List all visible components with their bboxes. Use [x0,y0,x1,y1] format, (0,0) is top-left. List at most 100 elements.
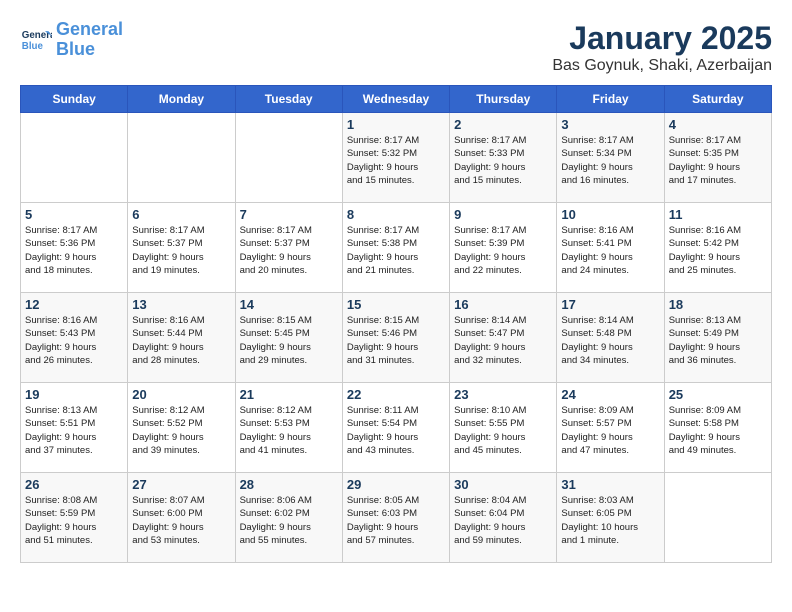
day-info: Sunrise: 8:16 AM Sunset: 5:44 PM Dayligh… [132,314,230,367]
weekday-header-saturday: Saturday [664,86,771,113]
calendar-header: SundayMondayTuesdayWednesdayThursdayFrid… [21,86,772,113]
weekday-header-tuesday: Tuesday [235,86,342,113]
day-number: 15 [347,297,445,312]
day-number: 30 [454,477,552,492]
calendar-cell: 26Sunrise: 8:08 AM Sunset: 5:59 PM Dayli… [21,473,128,563]
day-info: Sunrise: 8:03 AM Sunset: 6:05 PM Dayligh… [561,494,659,547]
day-number: 23 [454,387,552,402]
calendar-cell: 30 Sunrise: 8:04 AM Sunset: 6:04 PM Dayli… [450,473,557,563]
day-info: Sunrise: 8:17 AM Sunset: 5:37 PM Dayligh… [240,224,338,277]
day-info: Sunrise: 8:17 AM Sunset: 5:38 PM Dayligh… [347,224,445,277]
calendar-cell [235,113,342,203]
calendar-cell: 3 Sunrise: 8:17 AM Sunset: 5:34 PM Daylig… [557,113,664,203]
weekday-row: SundayMondayTuesdayWednesdayThursdayFrid… [21,86,772,113]
logo: General Blue GeneralBlue [20,20,123,60]
calendar-cell: 20 Sunrise: 8:12 AM Sunset: 5:52 PM Dayli… [128,383,235,473]
day-number: 29 [347,477,445,492]
calendar-cell: 31 Sunrise: 8:03 AM Sunset: 6:05 PM Dayli… [557,473,664,563]
day-number: 27 [132,477,230,492]
day-info: Sunrise: 8:17 AM Sunset: 5:35 PM Dayligh… [669,134,767,187]
day-info: Sunrise: 8:15 AM Sunset: 5:45 PM Dayligh… [240,314,338,367]
day-number: 14 [240,297,338,312]
calendar-cell: 23 Sunrise: 8:10 AM Sunset: 5:55 PM Dayli… [450,383,557,473]
day-info: Sunrise: 8:07 AM Sunset: 6:00 PM Dayligh… [132,494,230,547]
calendar-cell: 1Sunrise: 8:17 AM Sunset: 5:32 PM Daylig… [342,113,449,203]
day-number: 13 [132,297,230,312]
weekday-header-friday: Friday [557,86,664,113]
day-number: 6 [132,207,230,222]
week-row-5: 26Sunrise: 8:08 AM Sunset: 5:59 PM Dayli… [21,473,772,563]
calendar-table: SundayMondayTuesdayWednesdayThursdayFrid… [20,85,772,563]
page-header: General Blue GeneralBlue January 2025 Ba… [20,20,772,75]
calendar-body: 1Sunrise: 8:17 AM Sunset: 5:32 PM Daylig… [21,113,772,563]
day-number: 31 [561,477,659,492]
calendar-cell: 4 Sunrise: 8:17 AM Sunset: 5:35 PM Daylig… [664,113,771,203]
day-info: Sunrise: 8:05 AM Sunset: 6:03 PM Dayligh… [347,494,445,547]
weekday-header-thursday: Thursday [450,86,557,113]
day-number: 11 [669,207,767,222]
day-number: 18 [669,297,767,312]
week-row-2: 5Sunrise: 8:17 AM Sunset: 5:36 PM Daylig… [21,203,772,293]
day-number: 19 [25,387,123,402]
day-info: Sunrise: 8:08 AM Sunset: 5:59 PM Dayligh… [25,494,123,547]
calendar-cell: 7Sunrise: 8:17 AM Sunset: 5:37 PM Daylig… [235,203,342,293]
day-info: Sunrise: 8:10 AM Sunset: 5:55 PM Dayligh… [454,404,552,457]
calendar-cell: 12 Sunrise: 8:16 AM Sunset: 5:43 PM Dayli… [21,293,128,383]
day-number: 8 [347,207,445,222]
week-row-4: 19 Sunrise: 8:13 AM Sunset: 5:51 PM Dayli… [21,383,772,473]
calendar-cell: 27 Sunrise: 8:07 AM Sunset: 6:00 PM Dayli… [128,473,235,563]
calendar-cell [128,113,235,203]
calendar-title: January 2025 [552,20,772,57]
title-block: January 2025 Bas Goynuk, Shaki, Azerbaij… [552,20,772,75]
day-info: Sunrise: 8:14 AM Sunset: 5:47 PM Dayligh… [454,314,552,367]
calendar-cell: 18 Sunrise: 8:13 AM Sunset: 5:49 PM Dayli… [664,293,771,383]
weekday-header-wednesday: Wednesday [342,86,449,113]
day-info: Sunrise: 8:04 AM Sunset: 6:04 PM Dayligh… [454,494,552,547]
calendar-cell: 5Sunrise: 8:17 AM Sunset: 5:36 PM Daylig… [21,203,128,293]
day-number: 22 [347,387,445,402]
day-info: Sunrise: 8:16 AM Sunset: 5:41 PM Dayligh… [561,224,659,277]
calendar-cell: 15 Sunrise: 8:15 AM Sunset: 5:46 PM Dayli… [342,293,449,383]
calendar-cell: 10Sunrise: 8:16 AM Sunset: 5:41 PM Dayli… [557,203,664,293]
day-number: 3 [561,117,659,132]
calendar-cell: 21Sunrise: 8:12 AM Sunset: 5:53 PM Dayli… [235,383,342,473]
calendar-cell: 9Sunrise: 8:17 AM Sunset: 5:39 PM Daylig… [450,203,557,293]
calendar-cell [664,473,771,563]
logo-icon: General Blue [20,24,52,56]
day-info: Sunrise: 8:13 AM Sunset: 5:51 PM Dayligh… [25,404,123,457]
day-number: 12 [25,297,123,312]
calendar-cell: 24 Sunrise: 8:09 AM Sunset: 5:57 PM Dayli… [557,383,664,473]
day-info: Sunrise: 8:12 AM Sunset: 5:52 PM Dayligh… [132,404,230,457]
calendar-cell: 13 Sunrise: 8:16 AM Sunset: 5:44 PM Dayli… [128,293,235,383]
calendar-cell: 25 Sunrise: 8:09 AM Sunset: 5:58 PM Dayli… [664,383,771,473]
day-number: 25 [669,387,767,402]
calendar-cell: 17Sunrise: 8:14 AM Sunset: 5:48 PM Dayli… [557,293,664,383]
day-number: 24 [561,387,659,402]
calendar-cell: 8 Sunrise: 8:17 AM Sunset: 5:38 PM Daylig… [342,203,449,293]
day-info: Sunrise: 8:14 AM Sunset: 5:48 PM Dayligh… [561,314,659,367]
calendar-cell: 28Sunrise: 8:06 AM Sunset: 6:02 PM Dayli… [235,473,342,563]
calendar-cell: 14 Sunrise: 8:15 AM Sunset: 5:45 PM Dayli… [235,293,342,383]
week-row-1: 1Sunrise: 8:17 AM Sunset: 5:32 PM Daylig… [21,113,772,203]
day-info: Sunrise: 8:13 AM Sunset: 5:49 PM Dayligh… [669,314,767,367]
day-info: Sunrise: 8:09 AM Sunset: 5:58 PM Dayligh… [669,404,767,457]
day-info: Sunrise: 8:15 AM Sunset: 5:46 PM Dayligh… [347,314,445,367]
day-info: Sunrise: 8:17 AM Sunset: 5:32 PM Dayligh… [347,134,445,187]
week-row-3: 12 Sunrise: 8:16 AM Sunset: 5:43 PM Dayli… [21,293,772,383]
calendar-cell: 19 Sunrise: 8:13 AM Sunset: 5:51 PM Dayli… [21,383,128,473]
day-number: 20 [132,387,230,402]
day-number: 2 [454,117,552,132]
day-number: 28 [240,477,338,492]
calendar-subtitle: Bas Goynuk, Shaki, Azerbaijan [552,57,772,75]
calendar-cell: 11 Sunrise: 8:16 AM Sunset: 5:42 PM Dayli… [664,203,771,293]
calendar-cell [21,113,128,203]
day-number: 16 [454,297,552,312]
day-info: Sunrise: 8:09 AM Sunset: 5:57 PM Dayligh… [561,404,659,457]
day-info: Sunrise: 8:17 AM Sunset: 5:34 PM Dayligh… [561,134,659,187]
day-info: Sunrise: 8:16 AM Sunset: 5:43 PM Dayligh… [25,314,123,367]
day-info: Sunrise: 8:16 AM Sunset: 5:42 PM Dayligh… [669,224,767,277]
calendar-cell: 2Sunrise: 8:17 AM Sunset: 5:33 PM Daylig… [450,113,557,203]
day-number: 4 [669,117,767,132]
calendar-cell: 22Sunrise: 8:11 AM Sunset: 5:54 PM Dayli… [342,383,449,473]
day-info: Sunrise: 8:17 AM Sunset: 5:39 PM Dayligh… [454,224,552,277]
